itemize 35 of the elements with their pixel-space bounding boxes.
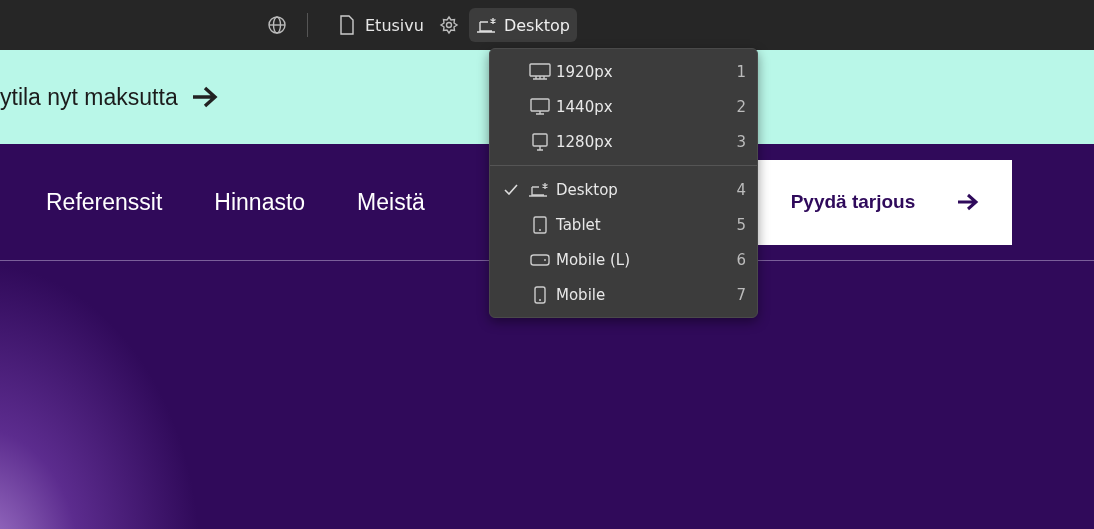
shortcut-number: 3 [736,132,746,151]
menu-item[interactable]: Tablet 5 [490,207,757,242]
menu-item[interactable]: Desktop 4 [490,172,757,207]
shortcut-number: 5 [736,215,746,234]
menu-item-label: 1920px [556,62,614,81]
menu-item[interactable]: Mobile (L) 6 [490,242,757,277]
menu-item-label: 1440px [556,97,614,116]
page-name[interactable]: Etusivu [365,15,424,35]
shortcut-number: 6 [736,250,746,269]
menu-item-label: Tablet [556,215,602,234]
menu-item[interactable]: 1920px 1 [490,54,757,89]
settings-icon[interactable] [438,15,459,35]
shortcut-number: 4 [736,180,746,199]
menu-item-label: 1280px [556,132,614,151]
menu-item-label: Mobile [556,285,607,304]
menu-item[interactable]: 1280px 3 [490,124,757,159]
nav-link[interactable]: Hinnasto [214,188,306,216]
shortcut-number: 7 [736,285,746,304]
monitor-icon [528,61,552,82]
shortcut-number: 2 [736,97,746,116]
nav-link[interactable]: Meistä [357,188,425,216]
quote-button[interactable]: Pyydä tarjous [758,159,1012,245]
monitor-icon [528,96,552,117]
breakpoint-button[interactable]: Desktop [468,8,577,42]
menu-item-label: Mobile (L) [556,250,632,269]
shortcut-number: 1 [736,62,746,81]
arrow-right-icon [957,193,980,211]
menu-item[interactable]: Mobile 7 [490,277,757,312]
nav-link[interactable]: Referenssit [46,188,163,216]
globe-icon[interactable] [267,15,287,35]
menu-item[interactable]: 1440px 2 [490,89,757,124]
arrow-right-icon[interactable] [191,86,218,108]
menu-item-label: Desktop [556,180,619,199]
page-icon [339,15,355,35]
banner-text[interactable]: ytila nyt maksutta [0,83,178,111]
